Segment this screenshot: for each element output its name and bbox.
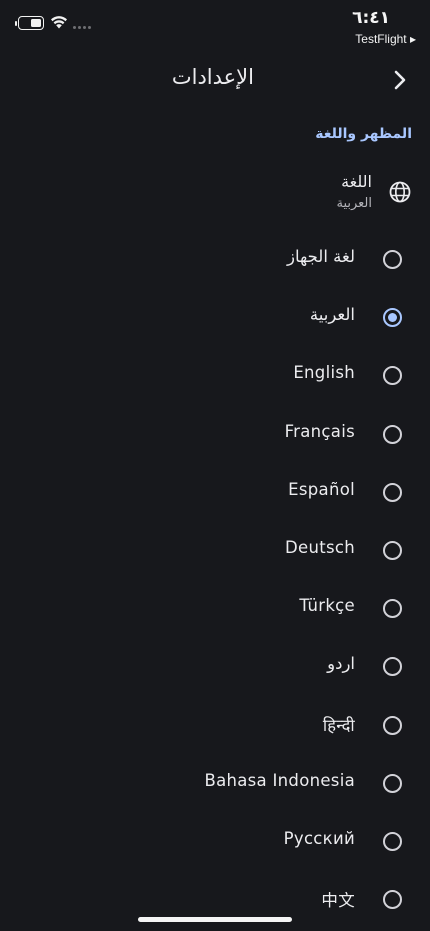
- battery-icon: [15, 16, 44, 30]
- page-title: الإعدادات: [171, 65, 254, 89]
- section-title: المظهر واللغة: [315, 126, 412, 142]
- option-arabic[interactable]: العربية: [0, 288, 430, 346]
- radio-button[interactable]: [383, 773, 402, 793]
- radio-button[interactable]: [383, 831, 402, 851]
- option-label: لغة الجهاز: [287, 247, 355, 266]
- wifi-icon: [51, 16, 67, 29]
- option-label: Français: [284, 421, 355, 441]
- option-label: العربية: [309, 305, 355, 325]
- radio-button[interactable]: [383, 250, 402, 269]
- option-label: Deutsch: [284, 537, 355, 557]
- option-french[interactable]: Français: [0, 405, 430, 463]
- option-indonesian[interactable]: Bahasa Indonesia: [0, 754, 430, 812]
- option-english[interactable]: English: [0, 346, 430, 404]
- radio-button[interactable]: [383, 424, 402, 444]
- option-label: Bahasa Indonesia: [204, 770, 355, 790]
- radio-button[interactable]: [383, 715, 402, 735]
- option-label: Türkçe: [299, 596, 355, 616]
- home-indicator[interactable]: [138, 917, 292, 922]
- radio-button[interactable]: [383, 540, 402, 560]
- option-urdu[interactable]: اردو: [0, 637, 430, 695]
- option-label: اردو: [327, 654, 355, 674]
- option-label: Русский: [283, 828, 355, 848]
- radio-button[interactable]: [383, 366, 402, 386]
- status-time: ٦:٤١: [352, 8, 390, 28]
- language-setting: اللغة العربية: [0, 168, 430, 220]
- option-label: English: [293, 363, 355, 383]
- option-german[interactable]: Deutsch: [0, 521, 430, 579]
- option-device-language[interactable]: لغة الجهاز: [0, 230, 430, 288]
- globe-icon: [389, 181, 411, 203]
- option-russian[interactable]: Русский: [0, 812, 430, 870]
- option-turkish[interactable]: Türkçe: [0, 579, 430, 637]
- language-current: العربية: [336, 196, 372, 211]
- option-hindi[interactable]: हिन्दी: [0, 696, 430, 754]
- cellular-signal-icon: [73, 26, 91, 29]
- back-to-testflight-link[interactable]: TestFlight ▸: [355, 32, 416, 46]
- status-bar: ٦:٤١ TestFlight ▸: [0, 0, 430, 50]
- radio-button[interactable]: [383, 599, 402, 619]
- chevron-right-icon[interactable]: [386, 66, 414, 94]
- option-label: 中文: [321, 891, 355, 911]
- option-spanish[interactable]: Español: [0, 463, 430, 521]
- language-options: لغة الجهاز العربية English Français Espa…: [0, 230, 430, 928]
- radio-button-selected[interactable]: [383, 308, 402, 328]
- nav-header: الإعدادات: [0, 58, 430, 102]
- language-title: اللغة: [341, 172, 372, 191]
- option-label: हिन्दी: [322, 715, 355, 735]
- radio-button[interactable]: [383, 890, 402, 910]
- radio-button[interactable]: [383, 482, 402, 502]
- radio-button[interactable]: [383, 657, 402, 677]
- option-label: Español: [288, 479, 355, 499]
